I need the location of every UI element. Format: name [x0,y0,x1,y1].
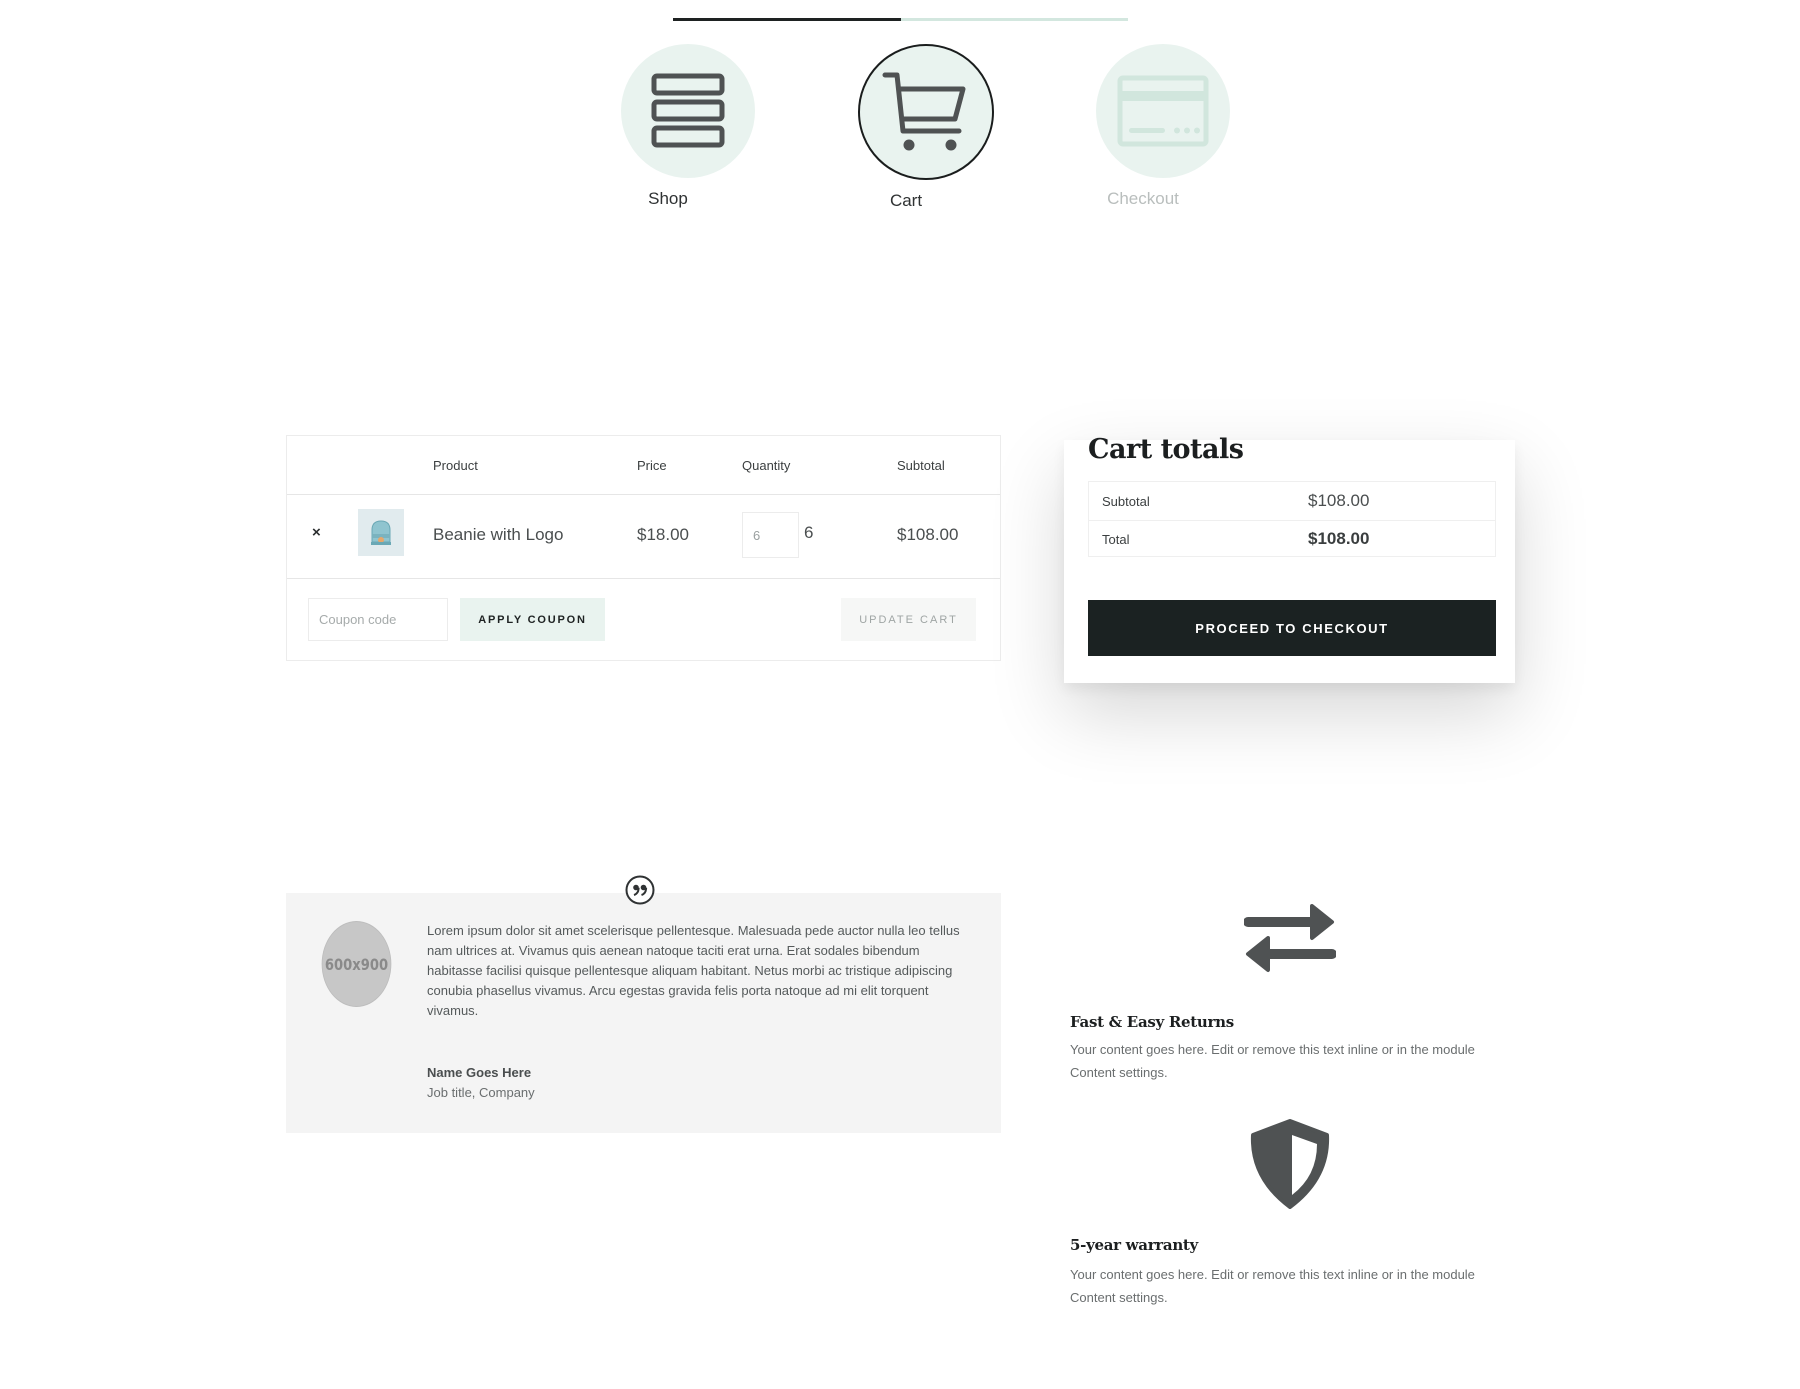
testimonial-author-title: Job title, Company [427,1085,535,1100]
testimonial-avatar: 600x900 [321,921,392,1007]
product-name-link[interactable]: Beanie with Logo [433,525,563,545]
proceed-to-checkout-button[interactable]: PROCEED TO CHECKOUT [1088,600,1496,656]
product-price: $18.00 [637,525,689,544]
cart-totals-title: Cart totals [1088,434,1244,465]
step-checkout-label: Checkout [1107,189,1179,208]
server-stack-icon [651,73,725,148]
testimonial-quote: Lorem ipsum dolor sit amet scelerisque p… [427,923,960,1018]
testimonial-author-name: Name Goes Here [427,1065,532,1080]
totals-subtotal-value: $108.00 [1308,491,1370,510]
cart-item-row: × Beanie with Logo $18.00 6 $108.00 [287,494,1000,579]
header-price: Price [637,458,667,473]
shopping-cart-icon [882,72,966,151]
totals-total-label: Total [1102,532,1130,547]
header-quantity: Quantity [742,458,791,473]
totals-subtotal-label: Subtotal [1102,494,1150,509]
exchange-arrows-icon [1244,904,1336,972]
header-product: Product [433,458,478,473]
feature-warranty-body: Your content goes here. Edit or remove t… [1070,1267,1475,1305]
step-cart[interactable]: Cart [858,44,994,210]
step-cart-label: Cart [889,191,923,210]
shield-icon [1250,1119,1330,1209]
quantity-display: 6 [804,523,814,542]
coupon-code-input[interactable] [308,598,448,641]
cart-totals-table: Subtotal $108.00 Total $108.00 [1088,481,1496,557]
beanie-icon [371,519,391,545]
cart-table-header: Product Price Quantity Subtotal [287,436,1000,495]
checkout-progress-fill [673,18,901,21]
step-checkout[interactable]: Checkout [1095,44,1231,208]
step-checkout-circle[interactable] [1096,44,1230,178]
cart-table: Product Price Quantity Subtotal × Beanie… [286,435,1001,661]
totals-row-total: Total $108.00 [1089,520,1495,558]
apply-coupon-button[interactable]: APPLY COUPON [460,598,605,641]
totals-row-subtotal: Subtotal $108.00 [1089,482,1495,521]
product-thumbnail[interactable] [358,509,404,556]
feature-warranty-title: 5-year warranty [1070,1236,1198,1254]
step-shop[interactable]: Shop [620,44,756,208]
step-shop-circle[interactable] [621,44,755,178]
feature-returns-title: Fast & Easy Returns [1070,1013,1234,1031]
totals-total-value: $108.00 [1308,529,1370,548]
product-subtotal: $108.00 [897,525,959,544]
quantity-input[interactable] [742,512,799,558]
update-cart-button[interactable]: UPDATE CART [841,598,976,641]
header-subtotal: Subtotal [897,458,945,473]
step-cart-circle[interactable] [858,44,994,180]
quote-icon [625,875,655,905]
feature-returns-body: Your content goes here. Edit or remove t… [1070,1042,1475,1080]
cart-totals-card: Cart totals Subtotal $108.00 Total $108.… [1064,434,1515,683]
remove-item-button[interactable]: × [312,524,321,541]
step-shop-label: Shop [648,189,688,208]
checkout-progress-bar [673,18,1128,21]
testimonial-card: 600x900 Lorem ipsum dolor sit amet scele… [286,893,1001,1133]
credit-card-icon [1117,75,1209,147]
